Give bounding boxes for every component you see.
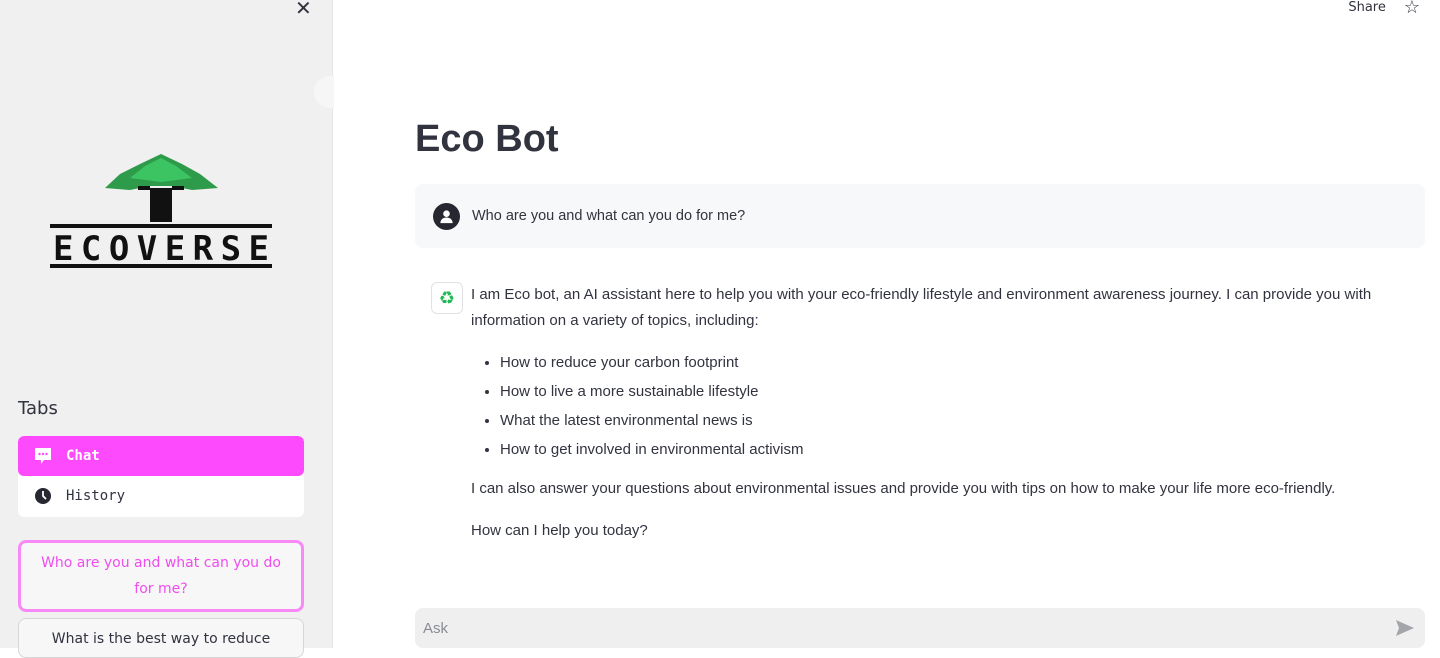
logo-text: ECOVERSE [53,229,269,269]
tab-chat[interactable]: Chat [18,436,304,476]
tabs-menu: Chat History [18,436,304,517]
chat-input[interactable] [423,619,1393,637]
suggestion-button[interactable]: What is the best way to reduce carbon [18,618,304,658]
tab-history[interactable]: History [18,476,304,516]
bot-paragraph: I can also answer your questions about e… [471,480,1336,497]
tab-history-label: History [66,488,126,504]
list-item: How to live a more sustainable lifestyle [500,377,1411,406]
chat-input-bar [415,608,1425,648]
bot-message: ♻ I am Eco bot, an AI assistant here to … [431,282,1411,560]
list-item: What the latest environmental news is [500,406,1411,435]
bot-paragraph: How can I help you today? [471,522,648,539]
clock-icon [34,487,52,505]
send-icon[interactable] [1393,616,1417,640]
sidebar: ✕ ECOVERSE Tabs Chat History Who are you… [0,0,334,658]
close-sidebar-icon[interactable]: ✕ [295,0,312,20]
bot-intro: I am Eco bot, an AI assistant here to he… [471,286,1372,329]
user-avatar-icon [433,202,460,230]
user-message: Who are you and what can you do for me? [415,184,1425,248]
recycle-icon: ♻ [431,282,463,314]
suggestion-button[interactable]: Who are you and what can you do for me? [18,540,304,612]
chat-icon [34,447,52,465]
share-button[interactable]: Share [1348,0,1386,15]
page-title: Eco Bot [415,118,559,160]
star-icon[interactable]: ☆ [1404,0,1420,18]
ecoverse-logo: ECOVERSE [50,154,272,269]
bot-topic-list: How to reduce your carbon footprint How … [500,348,1411,464]
top-toolbar: Share ☆ [1348,0,1420,18]
tab-chat-label: Chat [66,448,100,464]
tabs-heading: Tabs [18,398,58,419]
list-item: How to get involved in environmental act… [500,435,1411,464]
sidebar-resize-handle[interactable] [314,76,334,108]
list-item: How to reduce your carbon footprint [500,348,1411,377]
user-message-text: Who are you and what can you do for me? [472,208,746,224]
